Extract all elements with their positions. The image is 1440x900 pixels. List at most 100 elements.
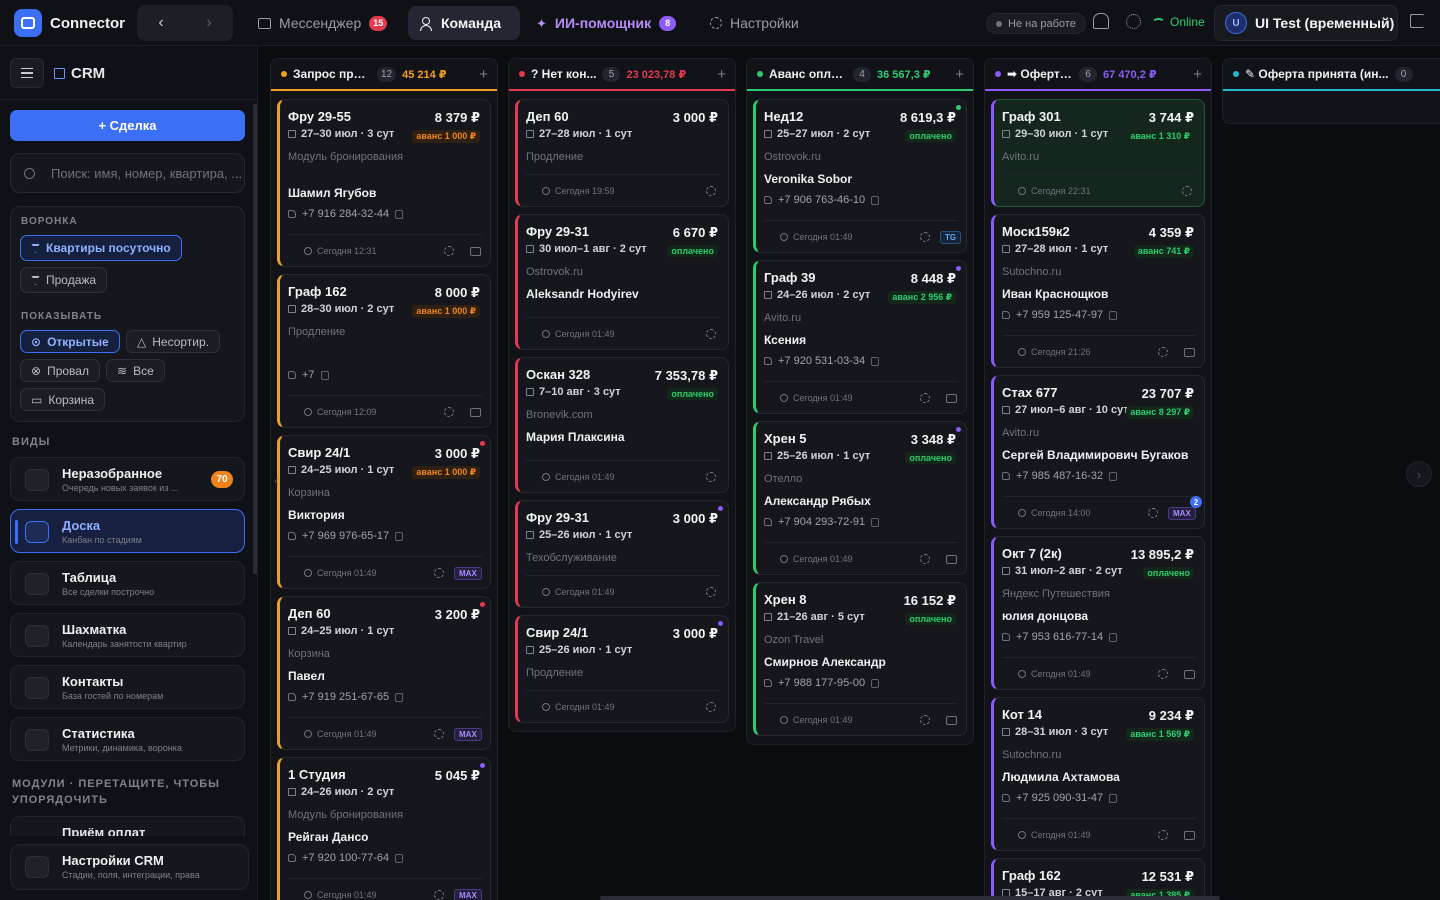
chat-icon[interactable] <box>946 716 957 725</box>
gear-icon[interactable] <box>1148 508 1158 518</box>
show-chip-open[interactable]: ⊙ Открытые <box>20 330 120 353</box>
show-chip-all[interactable]: ≋ Все <box>106 359 165 382</box>
gear-icon[interactable] <box>706 472 716 482</box>
tab-messenger[interactable]: Мессенджер 15 <box>246 6 399 40</box>
scroll-right-button[interactable]: › <box>1406 461 1432 487</box>
gear-icon[interactable] <box>706 702 716 712</box>
show-chip-trash[interactable]: ▭ Корзина <box>20 388 106 411</box>
chat-icon[interactable] <box>946 394 957 403</box>
copy-icon[interactable] <box>871 356 880 366</box>
deal-card[interactable]: Моск159к2 4 359 ₽ 27–28 июл · 1 сут аванс 7… <box>991 214 1205 368</box>
stage-header[interactable]: ? Нет кон... 5 23 023,78 ₽ + <box>509 59 735 91</box>
copy-icon[interactable] <box>871 678 880 688</box>
deal-card[interactable]: Фру 29-55 8 379 ₽ 27–30 июл · 3 сут аванс 1… <box>277 99 491 267</box>
gear-icon[interactable] <box>1158 830 1168 840</box>
copy-icon[interactable] <box>1109 471 1118 481</box>
copy-icon[interactable] <box>320 370 329 380</box>
add-deal-icon[interactable]: + <box>479 66 488 83</box>
deal-card[interactable]: Кот 14 9 234 ₽ 28–31 июл · 3 сут аванс 1 56… <box>991 697 1205 851</box>
deal-card[interactable]: Свир 24/1 3 000 ₽ 24–25 июл · 1 сут аванс 1… <box>277 435 491 589</box>
chat-icon[interactable] <box>946 555 957 564</box>
gear-icon[interactable] <box>920 715 930 725</box>
chat-icon[interactable] <box>470 408 481 417</box>
gear-icon[interactable] <box>434 568 444 578</box>
gear-icon[interactable] <box>434 890 444 900</box>
add-deal-icon[interactable]: + <box>717 66 726 83</box>
copy-icon[interactable] <box>1109 793 1118 803</box>
deal-card[interactable]: Хрен 8 16 152 ₽ 21–26 авг · 5 сут оплачено O… <box>753 582 967 736</box>
stage-header[interactable]: ✎ Оферта принята (ин... 0 <box>1223 59 1440 91</box>
crm-settings-button[interactable]: Настройки CRM Стадии, поля, интеграции, … <box>10 844 249 890</box>
deal-card[interactable]: Фру 29-31 3 000 ₽ 25–26 июл · 1 сут Техобсл… <box>515 500 729 608</box>
funnel-chip-apartments[interactable]: Квартиры посуточно <box>20 235 182 261</box>
board-horizontal-scrollbar[interactable] <box>600 896 1220 900</box>
stage-header[interactable]: Запрос пред... 12 45 214 ₽ + <box>271 59 497 91</box>
funnel-chip-sale[interactable]: Продажа <box>20 267 108 293</box>
show-chip-failed[interactable]: ⊗ Провал <box>20 359 100 382</box>
sidebar-scrollbar[interactable] <box>253 104 257 574</box>
add-deal-icon[interactable]: + <box>1193 66 1202 83</box>
copy-icon[interactable] <box>395 209 404 219</box>
add-deal-icon[interactable]: + <box>955 66 964 83</box>
deal-card[interactable]: Оскан 328 7 353,78 ₽ 7–10 авг · 3 сут оплач… <box>515 357 729 493</box>
new-deal-button[interactable]: + Сделка <box>10 110 245 141</box>
search-input[interactable]: Поиск: имя, номер, квартира, ... <box>10 153 245 193</box>
view-unsorted[interactable]: Неразобранное Очередь новых заявок из ..… <box>10 457 245 501</box>
deal-card[interactable]: Окт 7 (2к) 13 895,2 ₽ 31 июл–2 авг · 2 сут… <box>991 536 1205 690</box>
deal-card[interactable]: Граф 162 12 531 ₽15–17 авг · 2 сут аванс 1… <box>991 858 1205 900</box>
deal-card[interactable]: Фру 29-31 6 670 ₽ 30 июл–1 авг · 2 сут опла… <box>515 214 729 350</box>
copy-icon[interactable] <box>871 195 880 205</box>
show-chip-unsorted[interactable]: △ Несортир. <box>126 330 220 353</box>
deal-card[interactable]: Стах 677 23 707 ₽ 27 июл–6 авг · 10 сут ава… <box>991 375 1205 529</box>
chevron-left-icon[interactable]: ‹ <box>274 472 279 488</box>
user-menu[interactable]: U UI Test (временный) <box>1214 5 1398 41</box>
bell-icon[interactable] <box>1093 13 1109 29</box>
deal-card[interactable]: Нед12 8 619,3 ₽ 25–27 июл · 2 сут оплачено O… <box>753 99 967 253</box>
gear-icon[interactable] <box>920 232 930 242</box>
gear-icon[interactable] <box>434 729 444 739</box>
connector-logo-icon[interactable] <box>14 9 42 37</box>
tab-team[interactable]: Команда <box>408 6 520 40</box>
gear-icon[interactable] <box>1158 669 1168 679</box>
deal-card[interactable]: Деп 60 3 000 ₽ 27–28 июл · 1 сут Продление С… <box>515 99 729 207</box>
deal-card[interactable]: Граф 162 8 000 ₽ 28–30 июл · 2 сут аванс 1 … <box>277 274 491 428</box>
chat-icon[interactable] <box>1184 348 1195 357</box>
view-chessboard[interactable]: Шахматка Календарь занятости квартир <box>10 613 245 657</box>
chat-icon[interactable] <box>1184 831 1195 840</box>
sun-icon[interactable] <box>1126 14 1141 29</box>
view-statistics[interactable]: Статистика Метрики, динамика, воронка <box>10 717 245 761</box>
gear-icon[interactable] <box>706 329 716 339</box>
view-contacts[interactable]: Контакты База гостей по номерам <box>10 665 245 709</box>
tab-ai-assistant[interactable]: ✦ ИИ-помощник 8 <box>524 6 688 40</box>
deal-card[interactable]: Хрен 5 3 348 ₽ 25–26 июл · 1 сут оплачено От… <box>753 421 967 575</box>
gear-icon[interactable] <box>1182 186 1192 196</box>
deal-card[interactable]: Свир 24/1 3 000 ₽ 25–26 июл · 1 сут Продлен… <box>515 615 729 723</box>
back-arrow-icon[interactable]: ‹ <box>149 11 173 35</box>
deal-card[interactable]: Граф 301 3 744 ₽ 29–30 июл · 1 сут аванс 1 … <box>991 99 1205 207</box>
gear-icon[interactable] <box>1158 347 1168 357</box>
deal-card[interactable]: 1 Студия 5 045 ₽ 24–26 июл · 2 сут Модуль б… <box>277 757 491 900</box>
tab-settings[interactable]: Настройки <box>698 6 811 40</box>
view-board[interactable]: Доска Канбан по стадиям <box>10 509 245 553</box>
forward-arrow-icon[interactable]: › <box>197 11 221 35</box>
gear-icon[interactable] <box>444 246 454 256</box>
copy-icon[interactable] <box>395 853 404 863</box>
deal-card[interactable]: Граф 39 8 448 ₽ 24–26 июл · 2 сут аванс 2 9… <box>753 260 967 414</box>
chat-icon[interactable] <box>470 247 481 256</box>
gear-icon[interactable] <box>444 407 454 417</box>
chat-icon[interactable] <box>1184 670 1195 679</box>
gear-icon[interactable] <box>706 587 716 597</box>
stage-header[interactable]: ➡ Оферта ... 6 67 470,2 ₽ + <box>985 59 1211 91</box>
gear-icon[interactable] <box>706 186 716 196</box>
module-payments[interactable]: Приём оплат <box>10 816 245 836</box>
logout-icon[interactable] <box>1410 14 1424 28</box>
work-status-toggle[interactable]: Не на работе <box>986 13 1086 34</box>
copy-icon[interactable] <box>1109 310 1118 320</box>
copy-icon[interactable] <box>395 692 404 702</box>
gear-icon[interactable] <box>920 393 930 403</box>
copy-icon[interactable] <box>395 531 404 541</box>
deal-card[interactable]: Деп 60 3 200 ₽ 24–25 июл · 1 сут Корзина Пав… <box>277 596 491 750</box>
stage-header[interactable]: Аванс опла... 4 36 567,3 ₽ + <box>747 59 973 91</box>
menu-icon[interactable] <box>10 58 44 88</box>
gear-icon[interactable] <box>920 554 930 564</box>
